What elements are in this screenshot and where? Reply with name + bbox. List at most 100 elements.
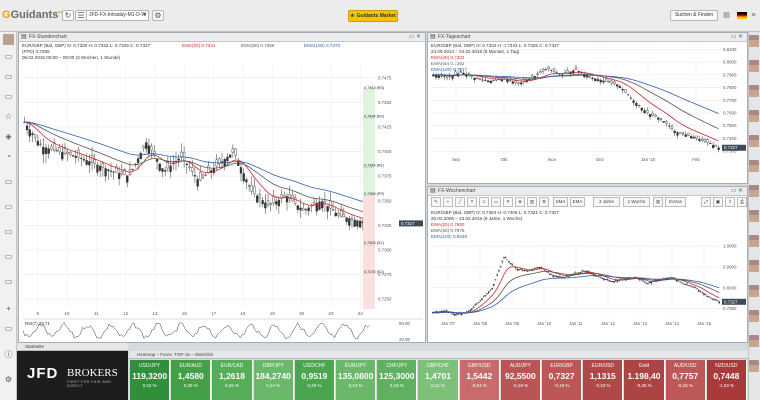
contact-avatar[interactable] <box>749 85 759 97</box>
heatmap-tile[interactable]: GBP/USD 1,5442 -0,04 % <box>459 360 500 400</box>
candle-body <box>321 201 324 209</box>
tile-change: -0,04 % <box>471 383 487 388</box>
contact-avatar[interactable] <box>749 210 759 222</box>
gauge-icon[interactable]: ◔ <box>3 152 14 161</box>
y-tick-label: 0.7350 <box>378 198 392 203</box>
market-button[interactable]: ★ Guidants Market <box>348 10 398 22</box>
heatmap-header: Heatmap – Forex: TOP-15 – Watchlist <box>129 351 748 359</box>
candle-body <box>574 272 576 274</box>
contact-avatar[interactable] <box>749 135 759 147</box>
y-tick-label: 0.8100 <box>723 47 737 52</box>
tile-price: 125,3000 <box>379 371 415 381</box>
tile-symbol: CHF/JPY <box>386 363 408 369</box>
contact-avatar[interactable] <box>749 160 759 172</box>
tag-icon[interactable]: ◈ <box>3 132 14 141</box>
x-tick-label: 10 <box>65 311 70 316</box>
contact-avatar[interactable] <box>749 185 759 197</box>
tile-change: 0,18 % <box>389 383 404 388</box>
x-tick-label: Nov <box>548 157 557 162</box>
weekly-chart[interactable]: 1.0000 0.9000 0.8000 0.7000 Jan '07 Jan '08 Ja… <box>428 187 749 344</box>
y-tick-label: 0.7600 <box>723 111 737 116</box>
monitor-icon[interactable]: ▭ <box>3 277 14 286</box>
workspace-select[interactable]: JFD-FX-Intraday-M1-D-W ▾ <box>86 10 149 21</box>
settings-icon[interactable]: ⚙ <box>152 10 164 21</box>
settings-icon[interactable]: ⚙ <box>3 375 14 384</box>
candle-body <box>283 195 286 198</box>
info-icon[interactable]: ⓘ <box>3 350 14 359</box>
candle-body <box>93 159 96 164</box>
notification-icon[interactable]: ▤ <box>722 11 731 20</box>
monitor-icon[interactable]: ▭ <box>3 92 14 101</box>
candle-body <box>88 161 91 166</box>
candle-body <box>536 73 539 75</box>
candle-body <box>82 159 86 161</box>
candle-body <box>648 281 651 284</box>
contact-avatar[interactable] <box>749 285 759 297</box>
candle-body <box>550 273 553 276</box>
candle-body <box>491 287 493 290</box>
candle-body <box>585 75 589 78</box>
heatmap-tile[interactable]: GBP/JPY 184,2740 0,14 % <box>253 360 294 400</box>
add-icon[interactable]: + <box>3 304 14 313</box>
candle-body <box>161 168 164 172</box>
candle-body <box>506 79 509 83</box>
contact-avatar[interactable] <box>749 260 759 272</box>
candle-body <box>434 75 438 78</box>
user-avatar[interactable] <box>3 34 14 45</box>
monitor-icon[interactable]: ▭ <box>3 52 14 61</box>
heatmap-tile[interactable]: EUR/JPY 135,0800 0,12 % <box>336 360 377 400</box>
language-flag-icon[interactable] <box>737 12 747 19</box>
hourly-chart[interactable]: 0.7475 0.7450 0.7425 0.7400 0.7375 0.7350 0.73… <box>19 33 427 344</box>
refresh-icon[interactable]: ↻ <box>62 10 74 21</box>
candle-body <box>245 179 248 183</box>
monitor-icon[interactable]: ▭ <box>3 202 14 211</box>
x-tick-label: 19 <box>270 311 275 316</box>
monitor-icon[interactable]: ▭ <box>3 177 14 186</box>
heatmap-tile[interactable]: EUR/USD 1,1315 -0,23 % <box>583 360 624 400</box>
candle-body <box>514 80 517 83</box>
tile-change: -1,03 % <box>718 383 735 388</box>
candle-body <box>479 300 482 302</box>
heatmap-tile[interactable]: EUR/GBP 0,7327 -0,18 % <box>542 360 583 400</box>
candle-body <box>104 168 107 177</box>
heatmap-tile[interactable]: USD/JPY 119,3200 0,02 % <box>130 360 171 400</box>
candle-body <box>713 299 715 301</box>
candle-body <box>599 276 602 278</box>
monitor-icon[interactable]: ▭ <box>3 252 14 261</box>
heatmap-tile[interactable]: AUD/USD 0,7757 -0,18 % <box>665 360 706 400</box>
monitor-icon[interactable]: ▭ <box>3 72 14 81</box>
search-button[interactable]: Suchen & Finden <box>670 10 718 21</box>
y-tick-label: 0.7400 <box>723 136 737 141</box>
contact-avatar[interactable] <box>749 110 759 122</box>
y-tick-label: 0.7450 <box>378 100 392 105</box>
heatmap-tile[interactable]: CHF/JPY 125,3000 0,18 % <box>377 360 418 400</box>
broker-banner[interactable]: JFD BROKERS FIRST FOR FAIR AND DIRECT <box>17 343 128 400</box>
contact-avatar[interactable] <box>749 310 759 322</box>
y-tick-label: 0.7000 <box>723 306 737 311</box>
candle-body <box>486 293 488 295</box>
menu-icon[interactable]: ≡ <box>749 11 758 20</box>
candle-body <box>508 261 510 263</box>
heatmap-tile[interactable]: NZD/USD 0,7448 -1,03 % <box>706 360 747 400</box>
heatmap-tile[interactable]: Gold 1.198,40 -0,26 % <box>624 360 665 400</box>
candle-body <box>61 152 64 160</box>
contact-avatar[interactable] <box>749 335 759 347</box>
heatmap-tile[interactable]: EUR/AUD 1,4580 0,39 % <box>171 360 212 400</box>
contact-avatar[interactable] <box>749 235 759 247</box>
heatmap-tile[interactable]: GBP/CHF 1,4701 0,11 % <box>418 360 459 400</box>
contact-avatar[interactable] <box>749 360 759 372</box>
app-logo[interactable]: GGuidantsPRO <box>2 9 67 21</box>
candle-body <box>492 79 495 81</box>
heatmap-tile[interactable]: EUR/CAD 1,2618 0,26 % <box>212 360 253 400</box>
contact-avatar[interactable] <box>749 35 759 47</box>
candle-body <box>109 170 113 172</box>
daily-chart[interactable]: 0.8100 0.8000 0.7900 0.7800 0.7700 0.7600 0.75… <box>428 33 749 185</box>
candle-body <box>515 267 517 269</box>
heatmap-tile[interactable]: AUD/JPY 92,5500 -0,19 % <box>500 360 541 400</box>
contact-avatar[interactable] <box>749 60 759 72</box>
monitor-icon[interactable]: ▭ <box>3 324 14 333</box>
star-icon[interactable]: ☆ <box>3 112 14 121</box>
monitor-icon[interactable]: ▭ <box>3 227 14 236</box>
candle-body <box>698 290 700 292</box>
heatmap-tile[interactable]: USD/CHF 0,9519 0,35 % <box>294 360 335 400</box>
